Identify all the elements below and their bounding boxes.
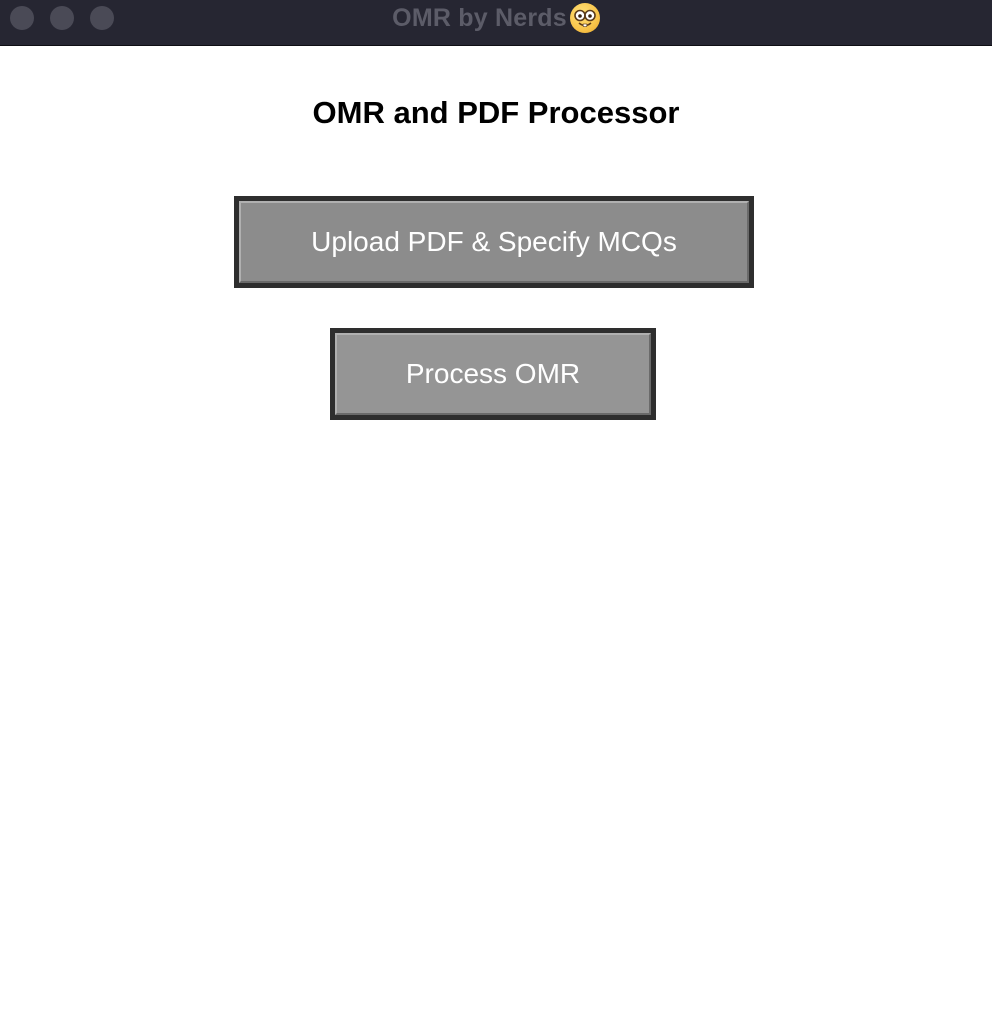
nerd-face-icon bbox=[569, 3, 600, 33]
upload-pdf-button[interactable]: Upload PDF & Specify MCQs bbox=[234, 196, 754, 288]
page-title: OMR and PDF Processor bbox=[312, 95, 680, 130]
window-title-container: OMR by Nerds bbox=[0, 0, 992, 36]
app-window: OMR by Nerds OMR and PDF Processor Uploa… bbox=[0, 0, 992, 1032]
process-omr-button-label[interactable]: Process OMR bbox=[335, 333, 651, 415]
process-omr-button[interactable]: Process OMR bbox=[330, 328, 656, 420]
title-bar: OMR by Nerds bbox=[0, 0, 992, 46]
upload-pdf-button-label[interactable]: Upload PDF & Specify MCQs bbox=[239, 201, 749, 283]
window-title: OMR by Nerds bbox=[392, 3, 567, 32]
